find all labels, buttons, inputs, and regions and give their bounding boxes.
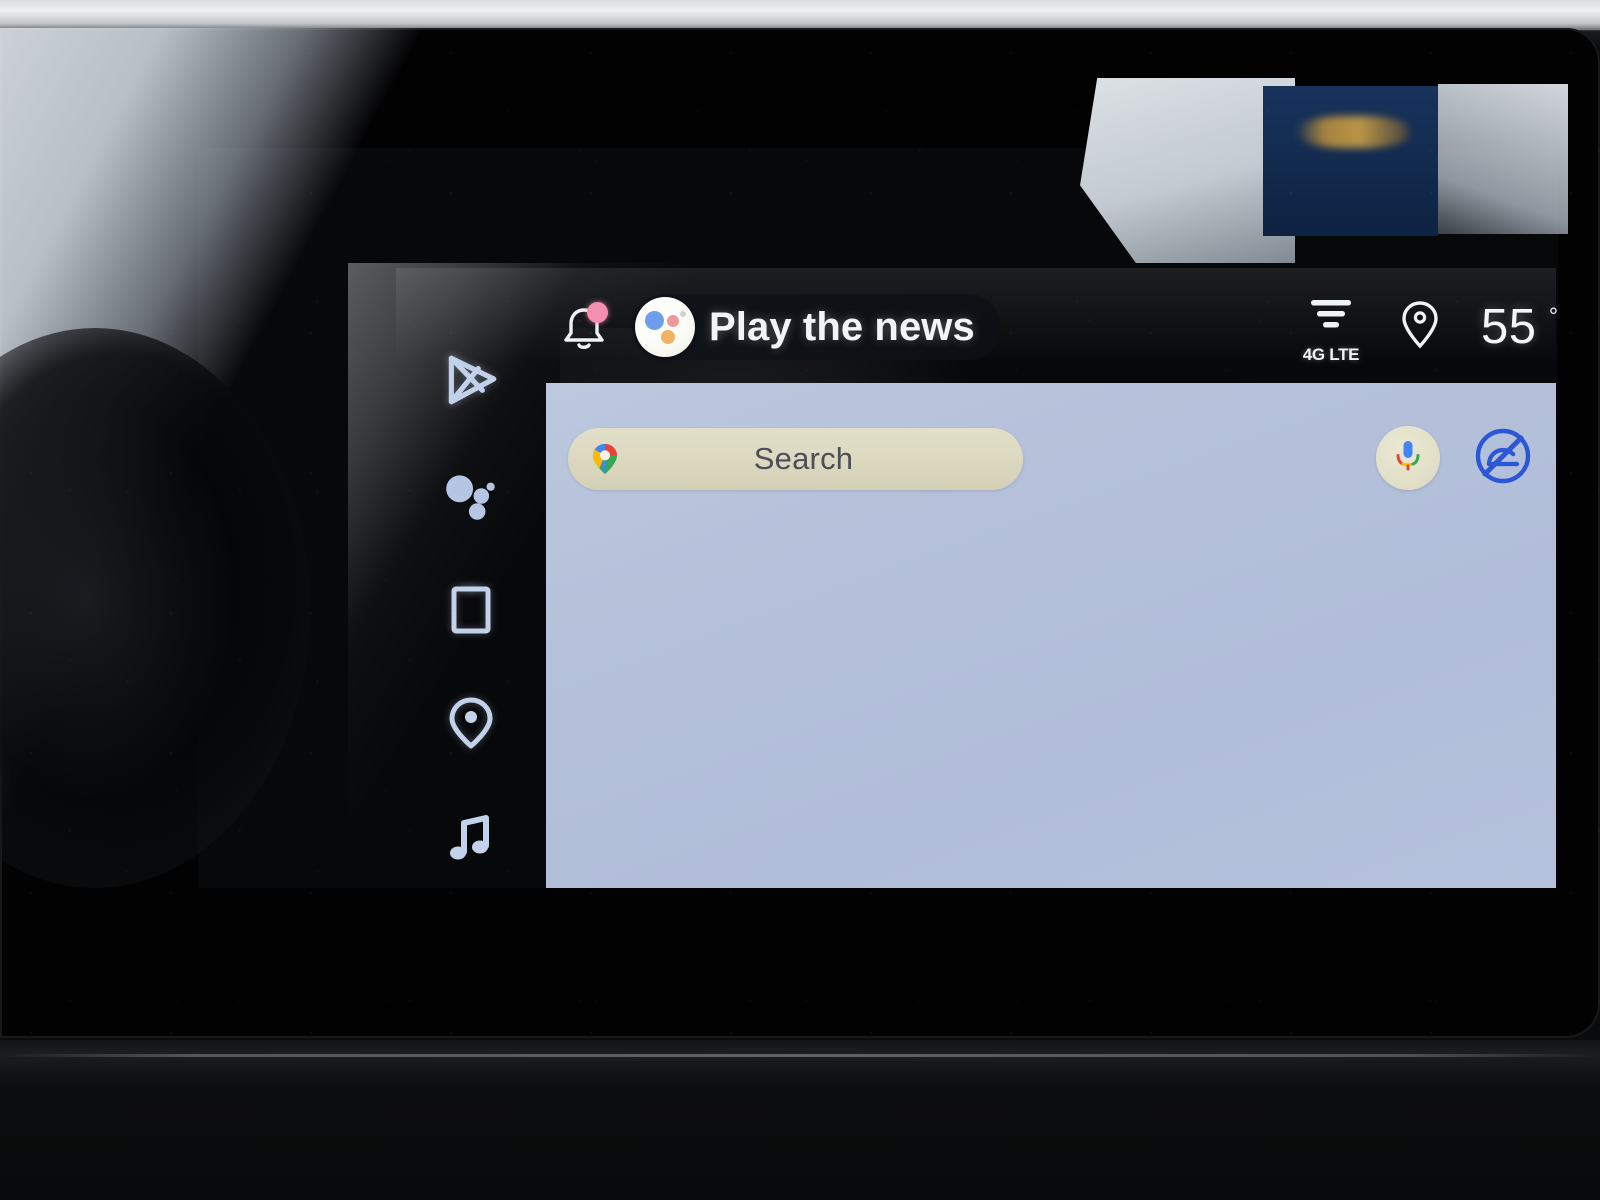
music-note-icon bbox=[442, 808, 500, 866]
location-pin-icon bbox=[1397, 296, 1443, 359]
status-bar: Play the news 4G LTE 55 ° bbox=[546, 268, 1558, 383]
notification-badge bbox=[587, 302, 608, 323]
sidebar-item-assistant[interactable] bbox=[396, 438, 546, 552]
google-assistant-dots-icon bbox=[440, 464, 502, 526]
search-input[interactable]: Search bbox=[622, 441, 1023, 477]
assistant-suggestion-label: Play the news bbox=[709, 304, 975, 349]
sidebar-nav-rail bbox=[396, 268, 546, 888]
google-assistant-orb-icon bbox=[635, 297, 695, 357]
phone-projection-icon bbox=[444, 579, 498, 639]
temperature-value: 55 bbox=[1481, 300, 1537, 354]
bell-icon bbox=[556, 308, 612, 360]
network-status: 4G LTE bbox=[1285, 290, 1377, 364]
infotainment-display: Play the news 4G LTE 55 ° Search bbox=[198, 148, 1558, 888]
location-status bbox=[1377, 290, 1463, 364]
google-maps-panel[interactable]: Search bbox=[546, 383, 1556, 888]
search-bar[interactable]: Search bbox=[568, 428, 1023, 490]
network-type-label: 4G LTE bbox=[1302, 345, 1360, 364]
sidebar-item-navigation[interactable] bbox=[396, 666, 546, 780]
car-dashboard: Play the news 4G LTE 55 ° Search bbox=[0, 0, 1600, 1200]
degree-symbol: ° bbox=[1548, 303, 1558, 329]
sidebar-item-media[interactable] bbox=[396, 780, 546, 888]
sidebar-item-apps[interactable] bbox=[396, 324, 546, 438]
notifications-button[interactable] bbox=[556, 300, 612, 356]
sidebar-item-projection[interactable] bbox=[396, 552, 546, 666]
status-indicators: 4G LTE 55° 11:05 bbox=[1285, 290, 1558, 364]
outside-temperature: 55 ° bbox=[1481, 299, 1558, 355]
reflection-sign-logo bbox=[1295, 116, 1413, 148]
no-driving-slash-icon bbox=[1472, 425, 1534, 492]
infotainment-screen-bezel: Play the news 4G LTE 55 ° Search bbox=[0, 28, 1600, 1038]
google-play-apps-icon bbox=[440, 350, 502, 412]
google-maps-pin-icon bbox=[588, 442, 622, 476]
voice-search-button[interactable] bbox=[1376, 426, 1440, 490]
windshield-headliner bbox=[0, 0, 1600, 30]
lower-dash-console bbox=[0, 1040, 1600, 1200]
driving-mode-button[interactable] bbox=[1472, 427, 1534, 489]
google-microphone-icon bbox=[1391, 438, 1425, 479]
assistant-suggestion-chip[interactable]: Play the news bbox=[632, 294, 1001, 360]
map-pin-icon bbox=[443, 692, 499, 754]
